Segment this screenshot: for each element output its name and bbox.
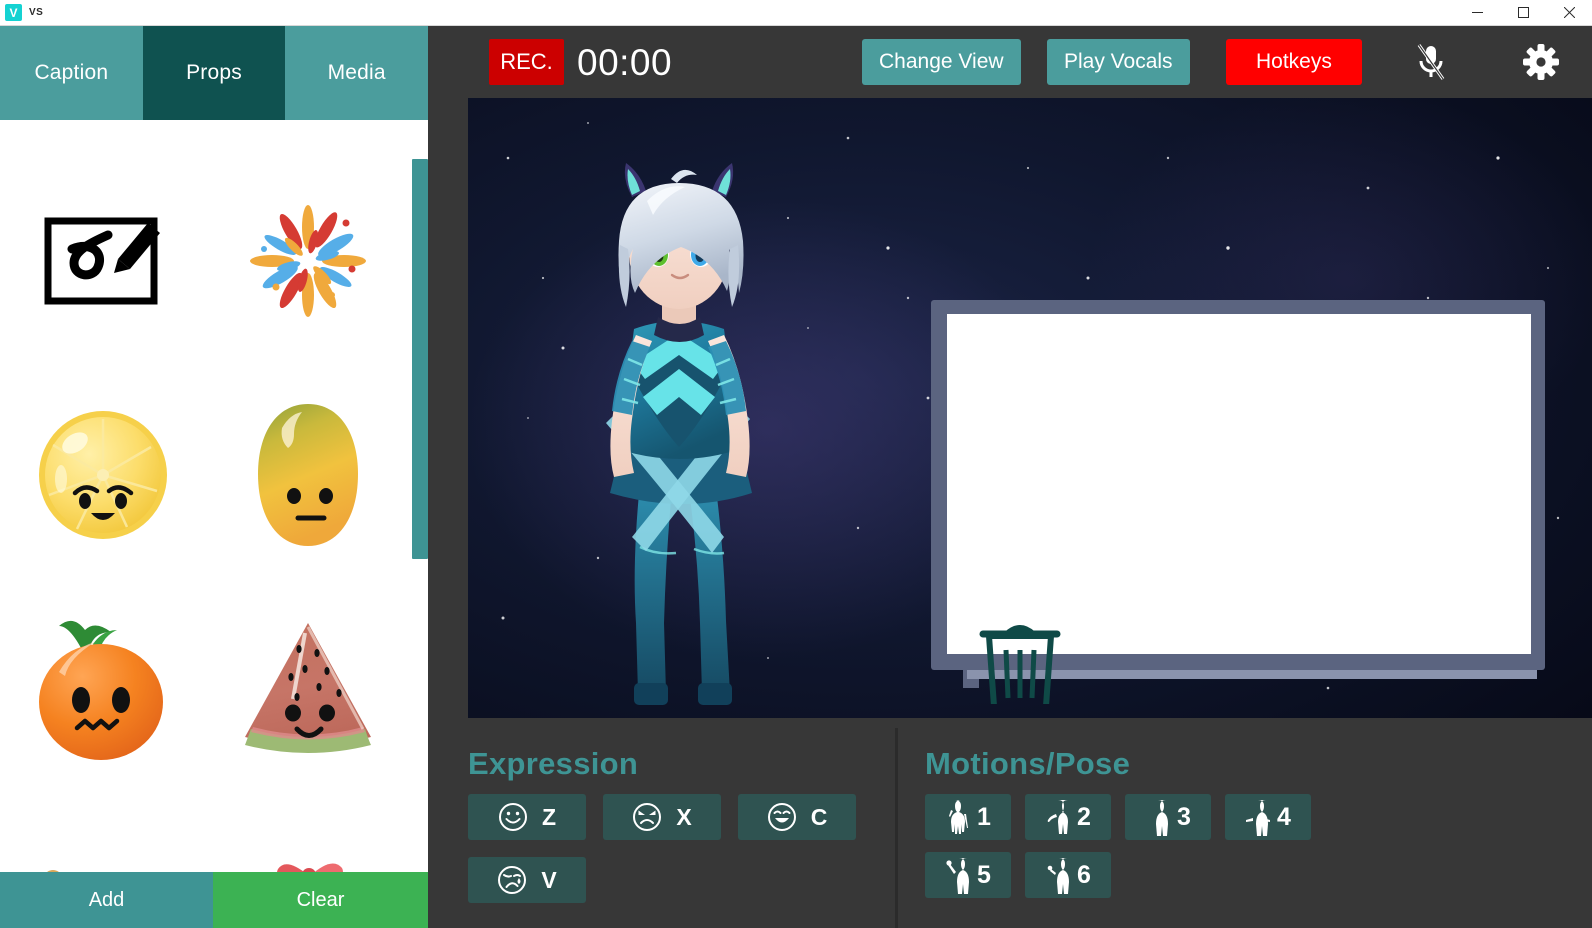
title-bar: V VS (0, 0, 1592, 26)
tab-props[interactable]: Props (143, 26, 286, 120)
pose-hand-hip-icon (1045, 798, 1071, 836)
hotkeys-label: Hotkeys (1256, 50, 1332, 74)
whiteboard-prop-in-scene[interactable] (923, 284, 1563, 704)
motion-key-5: 5 (977, 861, 991, 890)
prop-fireworks[interactable] (205, 154, 410, 368)
minimize-button[interactable] (1454, 0, 1500, 26)
tab-props-label: Props (186, 61, 242, 85)
motion-button-1[interactable]: 1 (925, 794, 1011, 840)
expression-button-z[interactable]: Z (468, 794, 586, 840)
controls-area: Expression Z (428, 718, 1592, 928)
expression-buttons: Z X (468, 794, 878, 903)
watermelon-face-icon (235, 617, 381, 761)
motion-button-5[interactable]: 5 (925, 852, 1011, 898)
app-logo-icon: V (5, 4, 22, 21)
expression-key-x: X (676, 804, 691, 831)
props-grid (0, 146, 410, 898)
motions-section: Motions/Pose 1 (925, 746, 1525, 898)
props-action-bar: Add Clear (0, 872, 428, 928)
motions-row-2: 5 6 (925, 852, 1525, 898)
grin-face-icon (767, 802, 797, 832)
main-area: REC. 00:00 Change View Play Vocals Hotke… (428, 26, 1592, 928)
microphone-muted-icon (1414, 42, 1448, 82)
expression-key-v: V (541, 867, 556, 894)
motion-button-4[interactable]: 4 (1225, 794, 1311, 840)
motion-key-2: 2 (1077, 803, 1091, 832)
clear-button[interactable]: Clear (213, 872, 428, 928)
tab-caption-label: Caption (34, 61, 108, 85)
tab-media-label: Media (328, 61, 386, 85)
hotkeys-button[interactable]: Hotkeys (1226, 39, 1362, 85)
prop-mango[interactable] (205, 368, 410, 582)
prop-orange[interactable] (0, 582, 205, 796)
smile-face-icon (498, 802, 528, 832)
app-logo: V VS (0, 4, 43, 21)
panel-tabs: Caption Props Media (0, 26, 428, 120)
whiteboard-icon (44, 215, 162, 307)
motion-key-1: 1 (977, 803, 991, 832)
motion-key-4: 4 (1277, 803, 1291, 832)
motion-button-3[interactable]: 3 (1125, 794, 1211, 840)
section-divider (895, 728, 898, 928)
lemon-face-icon (35, 407, 171, 543)
clear-button-label: Clear (297, 889, 345, 912)
prop-watermelon[interactable] (205, 582, 410, 796)
recording-timer: 00:00 (577, 44, 672, 81)
maximize-button[interactable] (1500, 0, 1546, 26)
mango-face-icon (252, 400, 364, 550)
add-button[interactable]: Add (0, 872, 213, 928)
window-controls (1454, 0, 1592, 26)
record-button[interactable]: REC. (489, 39, 564, 85)
motions-title: Motions/Pose (925, 746, 1525, 782)
orange-face-icon (33, 614, 173, 764)
app-logo-glyph: V (9, 7, 17, 19)
vtuber-avatar[interactable] (528, 153, 828, 718)
fireworks-icon (244, 205, 372, 317)
top-toolbar: REC. 00:00 Change View Play Vocals Hotke… (428, 26, 1592, 98)
settings-button[interactable] (1518, 39, 1564, 85)
play-vocals-button[interactable]: Play Vocals (1047, 39, 1190, 85)
avatar-viewport[interactable] (468, 98, 1592, 718)
play-vocals-label: Play Vocals (1064, 50, 1173, 74)
tab-caption[interactable]: Caption (0, 26, 143, 120)
pose-arms-out-icon (1245, 798, 1271, 836)
add-button-label: Add (89, 889, 125, 912)
change-view-label: Change View (879, 50, 1004, 74)
expression-section: Expression Z (468, 746, 878, 903)
pose-point-icon (1045, 856, 1071, 894)
motions-row-1: 1 2 3 (925, 794, 1525, 840)
left-panel: Caption Props Media (0, 26, 428, 928)
angry-face-icon (632, 802, 662, 832)
microphone-mute-toggle[interactable] (1408, 39, 1454, 85)
expression-title: Expression (468, 746, 878, 782)
pose-idle-icon (1145, 798, 1171, 836)
pose-standing-icon (945, 798, 971, 836)
close-button[interactable] (1546, 0, 1592, 26)
tab-media[interactable]: Media (285, 26, 428, 120)
expression-key-c: C (811, 804, 828, 831)
expression-button-x[interactable]: X (603, 794, 721, 840)
record-button-label: REC. (500, 49, 553, 75)
expression-button-v[interactable]: V (468, 857, 586, 903)
expression-key-z: Z (542, 804, 556, 831)
props-scrollbar-track[interactable] (410, 146, 428, 898)
gear-icon (1522, 43, 1560, 81)
prop-lemon-slice[interactable] (0, 368, 205, 582)
expression-button-c[interactable]: C (738, 794, 856, 840)
motion-button-2[interactable]: 2 (1025, 794, 1111, 840)
prop-whiteboard-pen[interactable] (0, 154, 205, 368)
pose-wave-icon (945, 856, 971, 894)
crying-face-icon (497, 865, 527, 895)
app-window: V VS Caption Props Media (0, 0, 1592, 928)
change-view-button[interactable]: Change View (862, 39, 1021, 85)
motion-key-6: 6 (1077, 861, 1091, 890)
motion-key-3: 3 (1177, 803, 1191, 832)
motion-button-6[interactable]: 6 (1025, 852, 1111, 898)
props-scrollbar-thumb[interactable] (412, 159, 428, 559)
app-title: VS (29, 7, 43, 18)
